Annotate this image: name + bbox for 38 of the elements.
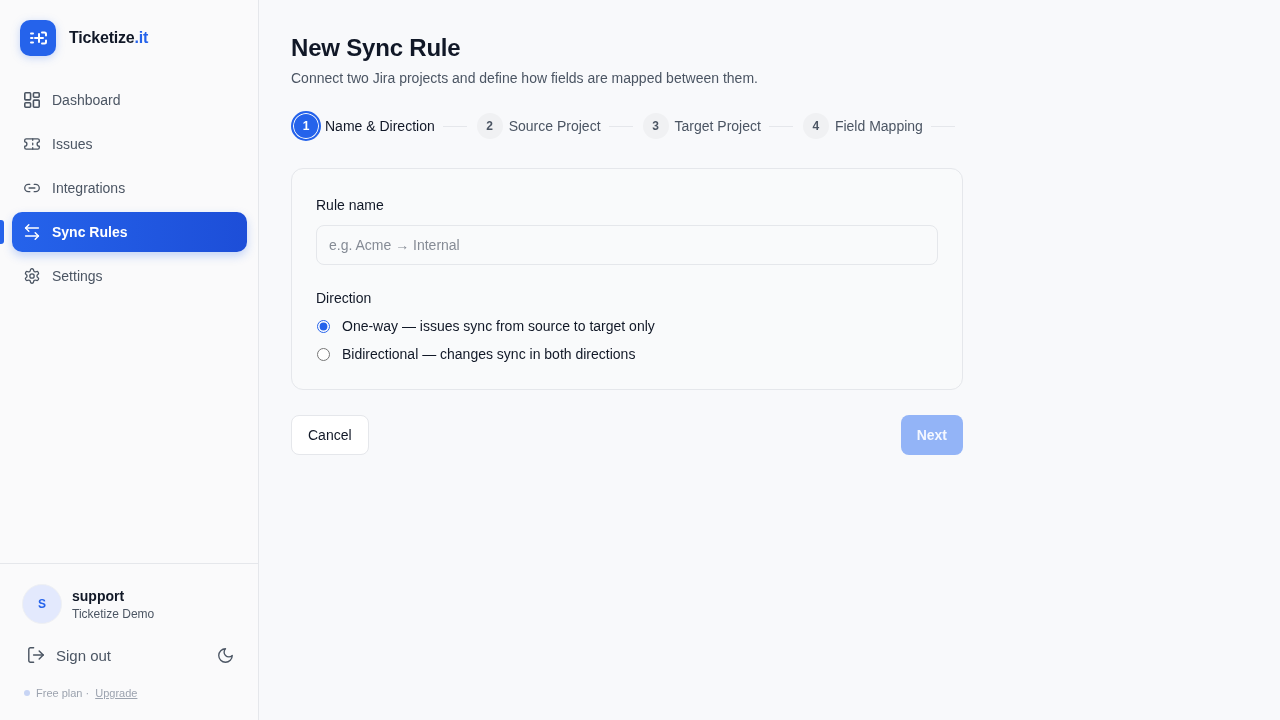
plan-label: Free plan ·: [36, 686, 90, 701]
sign-out-button[interactable]: Sign out: [22, 637, 118, 673]
nav-item[interactable]: Issues: [12, 124, 247, 164]
step-label: Target Project: [674, 118, 761, 134]
step-number: 2: [476, 113, 503, 139]
radio-label[interactable]: Bidirectional — changes sync in both directions: [342, 346, 636, 362]
user-org: Ticketize Demo: [72, 605, 155, 622]
swap-arrows-icon: [24, 224, 40, 240]
page-subtitle: Connect two Jira projects and define how fields are mapped between them.: [291, 69, 759, 88]
user-avatar: S: [22, 584, 62, 624]
step-number: 1: [291, 111, 321, 141]
step-number: 4: [802, 113, 829, 139]
nav-item[interactable]: Dashboard: [12, 80, 247, 120]
brand-name: Ticketize.it: [69, 29, 149, 47]
user-name: support: [72, 586, 126, 605]
radio-label[interactable]: One-way — issues sync from source to target only: [342, 318, 655, 334]
status-dot-icon: [24, 690, 30, 696]
nav-item[interactable]: Sync Rules: [12, 212, 247, 252]
selection-indicator: [0, 220, 4, 244]
step-label: Source Project: [508, 118, 601, 134]
settings-icon: [24, 268, 40, 284]
logo-icon: [20, 20, 56, 56]
moon-icon[interactable]: [218, 647, 233, 663]
radio-button[interactable]: [317, 347, 330, 361]
cancel-button[interactable]: Cancel: [291, 415, 369, 455]
step-label: Field Mapping: [834, 118, 923, 134]
rule-name-input[interactable]: e.g. Acme → Internal: [316, 225, 938, 265]
radio-button[interactable]: [317, 319, 330, 333]
step-number: 3: [642, 113, 669, 139]
sign-out-icon: [28, 647, 44, 663]
step-label: Name & Direction: [325, 118, 435, 134]
field-label: Rule name: [316, 196, 385, 215]
field-label: Direction: [316, 289, 373, 308]
page-title: New Sync Rule: [291, 33, 462, 63]
nav-item[interactable]: Settings: [12, 256, 247, 296]
ticket-icon: [24, 136, 40, 152]
grid-icon: [24, 92, 40, 108]
nav-item[interactable]: Integrations: [12, 168, 247, 208]
